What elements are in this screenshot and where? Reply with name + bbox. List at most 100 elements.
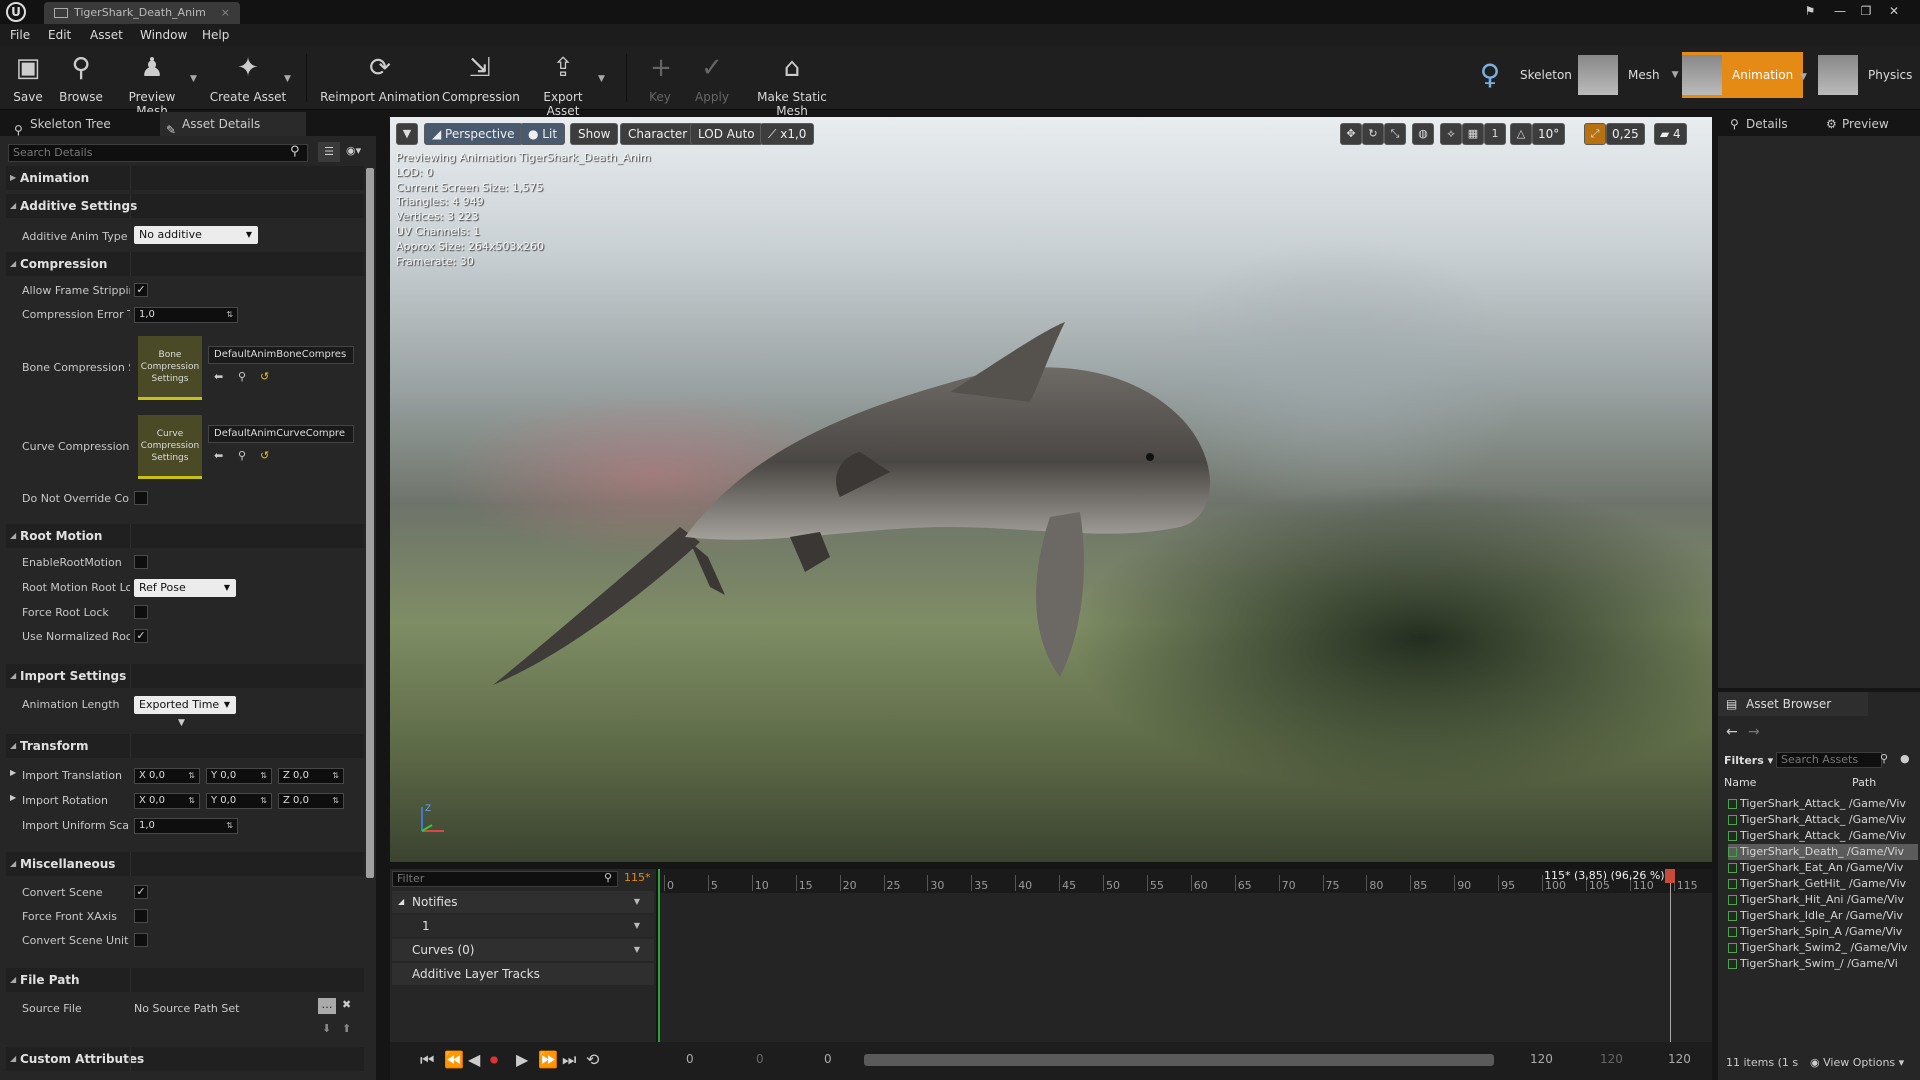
- scale-snap-icon[interactable]: ⤢: [1584, 123, 1606, 145]
- move-up-arrow-icon[interactable]: ⬆: [342, 1022, 351, 1035]
- convert-scene-checkbox[interactable]: ✓: [134, 885, 148, 899]
- user-icon[interactable]: ●: [1900, 752, 1910, 765]
- tab-details[interactable]: ⚲ Details: [1726, 112, 1788, 136]
- preview-mesh-dropdown-icon[interactable]: ▼: [190, 74, 197, 84]
- allow-frame-stripping-checkbox[interactable]: ✓: [134, 283, 148, 297]
- tab-asset-details[interactable]: ✎ Asset Details: [160, 112, 306, 137]
- details-search-input[interactable]: Search Details: [8, 144, 308, 162]
- record-icon[interactable]: ⏺: [490, 1050, 498, 1070]
- preview-mesh-button[interactable]: ♟ Preview Mesh: [112, 50, 192, 118]
- tab-skeleton-tree[interactable]: ⚲ Skeleton Tree: [8, 112, 158, 137]
- surface-snap-icon[interactable]: ⟡: [1440, 123, 1462, 145]
- play-reverse-icon[interactable]: ◀: [468, 1050, 480, 1069]
- save-button[interactable]: ▣ Save: [8, 50, 48, 108]
- root-motion-lock-dropdown[interactable]: Ref Pose ▼: [134, 579, 236, 597]
- scale-snap-value[interactable]: 0,25: [1606, 123, 1645, 145]
- document-tab[interactable]: TigerShark_Death_Anim ×: [44, 2, 240, 24]
- asset-item[interactable]: TigerShark_Swim2_ /Game/Viv: [1728, 940, 1918, 956]
- mode-physics[interactable]: Physics: [1818, 52, 1912, 98]
- character-button[interactable]: Character: [620, 123, 696, 145]
- curves-track[interactable]: Curves (0) ▼: [392, 939, 654, 961]
- translation-z-input[interactable]: Z 0,0 ⇅: [278, 768, 344, 784]
- asset-search-input[interactable]: Search Assets: [1776, 752, 1882, 768]
- browse-magnifier-icon[interactable]: ⚲: [238, 449, 246, 462]
- show-advanced-chevron-icon[interactable]: ▼: [178, 718, 185, 728]
- reimport-animation-button[interactable]: ⟳ Reimport Animation: [320, 50, 440, 108]
- animation-dropdown-icon[interactable]: ▼: [1800, 72, 1807, 82]
- category-miscellaneous[interactable]: ◢ Miscellaneous: [6, 852, 364, 876]
- move-down-arrow-icon[interactable]: ⬇: [322, 1022, 331, 1035]
- chevron-down-icon[interactable]: ▼: [634, 891, 640, 913]
- chevron-down-icon[interactable]: ▼: [634, 915, 640, 937]
- property-matrix-icon[interactable]: ☰: [318, 142, 340, 162]
- notify-track-1[interactable]: 1 ▼: [392, 915, 654, 937]
- expand-arrow-icon[interactable]: ▶: [10, 793, 16, 802]
- view-range-start[interactable]: 0: [686, 1052, 694, 1066]
- use-selected-arrow-icon[interactable]: ⬅: [214, 370, 223, 383]
- mode-animation[interactable]: Animation: [1682, 52, 1804, 98]
- key-button[interactable]: + Key: [642, 50, 678, 108]
- asset-item[interactable]: TigerShark_Hit_Ani /Game/Viv: [1728, 892, 1918, 908]
- category-transform[interactable]: ◢ Transform: [6, 734, 364, 758]
- category-animation[interactable]: ▶ Animation: [6, 166, 364, 190]
- camera-speed-button[interactable]: ▰ 4: [1654, 123, 1687, 145]
- range-scrollbar[interactable]: [864, 1054, 1494, 1066]
- menu-help[interactable]: Help: [202, 24, 229, 46]
- world-local-icon[interactable]: ◍: [1412, 123, 1434, 145]
- rotation-x-input[interactable]: X 0,0 ⇅: [134, 793, 200, 809]
- column-name[interactable]: Name: [1724, 776, 1756, 789]
- browse-magnifier-icon[interactable]: ⚲: [238, 370, 246, 383]
- details-scrollbar[interactable]: [366, 168, 374, 878]
- grid-size-button[interactable]: 1: [1484, 123, 1506, 145]
- menu-file[interactable]: File: [10, 24, 30, 46]
- asset-item[interactable]: TigerShark_Attack_ /Game/Viv: [1728, 812, 1918, 828]
- step-back-icon[interactable]: ⏪: [444, 1050, 464, 1069]
- skip-to-start-icon[interactable]: ⏮: [420, 1050, 434, 1070]
- asset-item[interactable]: TigerShark_Attack_ /Game/Viv: [1728, 828, 1918, 844]
- viewport-options-dropdown[interactable]: ▼: [396, 123, 418, 145]
- category-import-settings[interactable]: ◢ Import Settings: [6, 664, 364, 688]
- show-button[interactable]: Show: [570, 123, 619, 145]
- working-range-end[interactable]: 120: [1600, 1052, 1623, 1066]
- category-file-path[interactable]: ◢ File Path: [6, 968, 364, 992]
- do-not-override-checkbox[interactable]: [134, 491, 148, 505]
- asset-item[interactable]: TigerShark_GetHit_ /Game/Viv: [1728, 876, 1918, 892]
- force-front-xaxis-checkbox[interactable]: [134, 909, 148, 923]
- reset-to-default-icon[interactable]: ↺: [260, 449, 269, 462]
- browse-button[interactable]: ⚲ Browse: [56, 50, 106, 108]
- curve-compression-asset-dropdown[interactable]: DefaultAnimCurveCompre: [208, 425, 354, 443]
- back-arrow-icon[interactable]: ←: [1726, 724, 1738, 740]
- asset-item[interactable]: TigerShark_Idle_Ar /Game/Viv: [1728, 908, 1918, 924]
- uniform-scale-input[interactable]: 1,0 ⇅: [134, 818, 238, 834]
- bone-compression-asset-dropdown[interactable]: DefaultAnimBoneCompres: [208, 346, 354, 364]
- menu-window[interactable]: Window: [140, 24, 187, 46]
- rotation-snap-icon[interactable]: △: [1510, 123, 1532, 145]
- rotate-gizmo-icon[interactable]: ↻: [1362, 123, 1384, 145]
- make-static-mesh-button[interactable]: ⌂ Make Static Mesh: [742, 50, 842, 118]
- mesh-dropdown-icon[interactable]: ▼: [1672, 70, 1679, 80]
- rotation-snap-value[interactable]: 10°: [1532, 123, 1566, 145]
- translation-x-input[interactable]: X 0,0 ⇅: [134, 768, 200, 784]
- expand-arrow-icon[interactable]: ▶: [10, 768, 16, 777]
- restore-button[interactable]: ❐: [1856, 2, 1876, 20]
- close-window-button[interactable]: ✕: [1884, 2, 1904, 20]
- forward-arrow-icon[interactable]: →: [1748, 724, 1760, 740]
- tab-preview[interactable]: ⚙ Preview: [1822, 112, 1889, 136]
- skip-to-end-icon[interactable]: ⏭: [562, 1050, 576, 1070]
- asset-item[interactable]: TigerShark_Eat_An /Game/Viv: [1728, 860, 1918, 876]
- use-selected-arrow-icon[interactable]: ⬅: [214, 449, 223, 462]
- playback-range-start[interactable]: 0: [824, 1052, 832, 1066]
- bone-compression-thumbnail[interactable]: Bone Compression Settings: [138, 336, 202, 400]
- step-forward-icon[interactable]: ⏩: [538, 1050, 558, 1069]
- asset-item[interactable]: TigerShark_Swim_/ /Game/Vi: [1728, 956, 1918, 972]
- play-icon[interactable]: ▶: [516, 1050, 528, 1069]
- lit-button[interactable]: ● Lit: [520, 123, 566, 145]
- rotation-y-input[interactable]: Y 0,0 ⇅: [206, 793, 272, 809]
- menu-asset[interactable]: Asset: [90, 24, 123, 46]
- enable-root-motion-checkbox[interactable]: [134, 555, 148, 569]
- force-root-lock-checkbox[interactable]: [134, 605, 148, 619]
- lod-auto-button[interactable]: LOD Auto: [690, 123, 763, 145]
- create-asset-button[interactable]: ✦ Create Asset: [208, 50, 288, 108]
- curve-compression-thumbnail[interactable]: Curve Compression Settings: [138, 415, 202, 479]
- additive-anim-type-dropdown[interactable]: No additive ▼: [134, 226, 258, 244]
